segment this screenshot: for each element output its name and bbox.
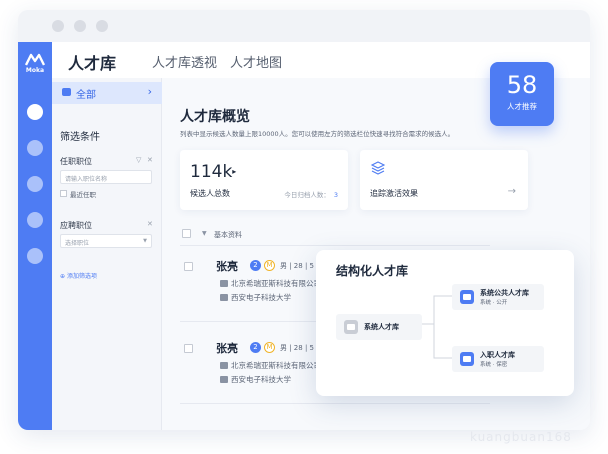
table-header: ▼ 基本资料 <box>180 226 490 246</box>
filter-title: 筛选条件 <box>60 132 100 143</box>
rail-item-2[interactable] <box>27 140 43 156</box>
filter-applied-label: 应聘职位 <box>60 221 92 230</box>
candidate-company: 北京希瑞亚斯科技有限公司 <box>220 278 321 289</box>
caret-down-icon: ▼ <box>143 238 147 244</box>
candidate-company-text: 北京希瑞亚斯科技有限公司 <box>231 361 321 370</box>
tab-talent-map[interactable]: 人才地图 <box>230 52 282 71</box>
node-system-pool-label: 系统人才库 <box>364 323 399 331</box>
candidate-name[interactable]: 张亮 <box>216 340 238 356</box>
rail-item-3[interactable] <box>27 176 43 192</box>
briefcase-icon <box>220 362 228 369</box>
moka-logo: Moka <box>22 52 48 82</box>
total-candidates-label: 候选人总数 <box>190 189 230 198</box>
add-filter-link[interactable]: ⊕ 添加筛选项 <box>60 271 97 280</box>
caret-down-icon[interactable]: ▼ <box>202 230 207 237</box>
candidate-tag-m: M <box>264 260 275 271</box>
rail-item-5[interactable] <box>27 248 43 264</box>
structured-pool-popup: 结构化人才库 系统人才库 系统公共人才库 系统 · 公开 入职人才库 系统 · … <box>316 250 574 396</box>
candidate-school-text: 西安电子科技大学 <box>231 375 291 384</box>
folder-icon <box>62 88 71 96</box>
window-close-dot[interactable] <box>52 20 64 32</box>
chevron-right-icon: › <box>147 85 152 98</box>
tab-talent-pool[interactable]: 人才库 <box>68 50 116 74</box>
candidate-tag-m: M <box>264 342 275 353</box>
today-archived: 今日归档人数： 3 <box>284 189 338 199</box>
track-activation-card[interactable]: 追踪激活效果 → <box>360 150 528 210</box>
filter-position-label: 任职职位 <box>60 157 92 166</box>
row-checkbox[interactable] <box>184 262 193 271</box>
close-icon[interactable]: ✕ <box>147 156 153 164</box>
filter-funnel-icon[interactable]: ▽ <box>136 156 141 164</box>
candidate-meta: 男 | 28 | 5 <box>280 262 314 270</box>
candidate-tag-count: 2 <box>250 342 261 353</box>
node-hired-pool-label: 入职人才库 <box>480 351 515 359</box>
graduation-cap-icon <box>220 376 228 383</box>
recommend-count: 58 <box>506 71 538 99</box>
recommend-label: 人才推荐 <box>507 102 537 111</box>
candidate-name[interactable]: 张亮 <box>216 258 238 274</box>
node-hired-pool-sub: 系统 · 保密 <box>480 362 508 368</box>
recent-position-checkbox[interactable] <box>60 190 67 197</box>
header-basic-info: 基本资料 <box>214 231 242 239</box>
candidate-meta: 男 | 28 | 5 <box>280 344 314 352</box>
today-archived-value: 3 <box>333 191 338 199</box>
today-archived-label: 今日归档人数： <box>284 191 330 199</box>
select-all-checkbox[interactable] <box>182 229 191 238</box>
applied-position-select-value: 选择职位 <box>65 240 90 247</box>
candidate-company-text: 北京希瑞亚斯科技有限公司 <box>231 279 321 288</box>
watermark: kuangbuan168 <box>470 430 572 444</box>
row-checkbox[interactable] <box>184 344 193 353</box>
overview-description: 列表中显示候选人数量上限10000人。您可以使用左方的筛选栏位快速寻找符合需求的… <box>180 130 455 138</box>
candidate-company: 北京希瑞亚斯科技有限公司 <box>220 360 321 371</box>
overview-title: 人才库概览 <box>180 109 250 125</box>
candidate-school: 西安电子科技大学 <box>220 292 291 303</box>
track-activation-label: 追踪激活效果 <box>370 189 418 198</box>
folder-icon <box>460 290 474 304</box>
node-public-pool-sub: 系统 · 公开 <box>480 300 508 306</box>
filter-all-row[interactable]: 全部 › <box>52 82 162 104</box>
filter-all-label: 全部 <box>76 90 96 101</box>
moka-logo-icon <box>25 53 45 66</box>
arrow-right-icon: → <box>507 186 516 197</box>
talent-recommend-badge[interactable]: 58 人才推荐 <box>490 62 554 126</box>
logo-text: Moka <box>25 67 45 74</box>
node-hired-pool[interactable]: 入职人才库 系统 · 保密 <box>452 346 544 372</box>
add-filter-label: 添加筛选项 <box>66 273 97 280</box>
node-public-pool[interactable]: 系统公共人才库 系统 · 公开 <box>452 284 544 310</box>
candidate-school-text: 西安电子科技大学 <box>231 293 291 302</box>
play-arrow-icon: ▸ <box>232 167 237 176</box>
rail-item-4[interactable] <box>27 212 43 228</box>
total-candidates-card[interactable]: 114k▸ 候选人总数 今日归档人数： 3 <box>180 150 348 210</box>
window-minimize-dot[interactable] <box>74 20 86 32</box>
applied-position-select[interactable]: 选择职位 ▼ <box>60 234 152 248</box>
candidate-school: 西安电子科技大学 <box>220 374 291 385</box>
window-titlebar <box>18 10 590 42</box>
close-icon[interactable]: ✕ <box>147 220 153 228</box>
filter-panel: 全部 › 筛选条件 任职职位 ▽ ✕ 请输入职位名称 最近任职 应聘职位 ✕ 选… <box>52 78 162 430</box>
node-system-pool[interactable]: 系统人才库 <box>336 314 422 340</box>
folder-icon <box>344 320 358 334</box>
rail-item-talent-pool[interactable] <box>27 104 43 120</box>
graduation-cap-icon <box>220 294 228 301</box>
window-maximize-dot[interactable] <box>96 20 108 32</box>
recent-position-label: 最近任职 <box>70 191 96 199</box>
folder-icon <box>460 352 474 366</box>
left-rail: Moka <box>18 42 52 430</box>
node-public-pool-label: 系统公共人才库 <box>480 289 529 297</box>
briefcase-icon <box>220 280 228 287</box>
total-candidates-value: 114k▸ <box>190 162 236 182</box>
position-name-input[interactable]: 请输入职位名称 <box>60 170 152 184</box>
total-candidates-number: 114k <box>190 162 233 182</box>
candidate-tag-count: 2 <box>250 260 261 271</box>
tab-talent-pivot[interactable]: 人才库透视 <box>152 52 217 71</box>
layers-icon <box>370 161 386 175</box>
